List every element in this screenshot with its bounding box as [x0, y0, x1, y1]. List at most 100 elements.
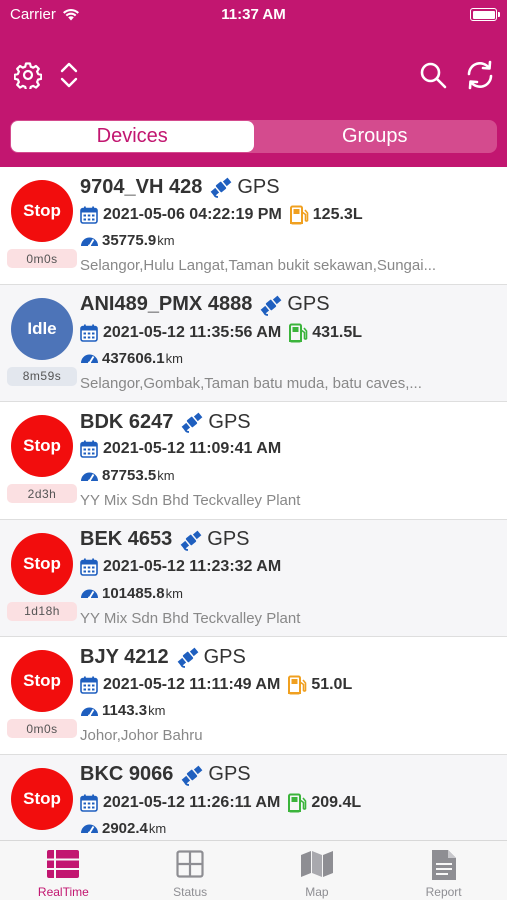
device-row[interactable]: Stop 2d3h BDK 6247 GPS 2021-05-12 11:09:41 A…: [0, 402, 507, 520]
last-update-time: 2021-05-12 11:23:32 AM: [103, 557, 282, 575]
gear-icon[interactable]: [13, 60, 43, 90]
last-update-time: 2021-05-12 11:26:11 AM: [103, 793, 281, 811]
search-icon[interactable]: [418, 60, 448, 90]
mileage-value: 101485.8: [102, 584, 165, 602]
grid-icon: [127, 850, 254, 880]
status-badge: Stop: [11, 180, 73, 242]
calendar-icon: [80, 794, 98, 812]
address-text: Selangor,Hulu Langat,Taman bukit sekawan…: [80, 257, 437, 274]
satellite-icon: [176, 645, 200, 669]
address-text: YY Mix Sdn Bhd Teckvalley Plant: [80, 492, 301, 509]
vehicle-plate: BDK 6247: [80, 410, 174, 433]
gps-label: GPS: [208, 410, 251, 433]
list-icon: [0, 850, 127, 880]
last-update-time: 2021-05-12 11:35:56 AM: [103, 323, 282, 341]
odometer-icon: [80, 585, 99, 601]
mileage-value: 35775.9: [102, 232, 157, 249]
device-row[interactable]: Stop 1d18h BEK 4653 GPS 2021-05-12 11:23:32 …: [0, 519, 507, 637]
fuel-level: 125.3L: [312, 206, 363, 223]
status-duration: 0m0s: [7, 719, 77, 738]
satellite-icon: [180, 763, 204, 787]
tab-groups[interactable]: Groups: [254, 121, 497, 152]
tab-status-label: Status: [173, 885, 208, 899]
status-badge: Stop: [11, 532, 73, 595]
clock: 11:37 AM: [221, 6, 286, 23]
fuel-level: 51.0L: [311, 676, 353, 693]
vehicle-plate: BKC 9066: [80, 763, 174, 785]
fuel-level: 209.4L: [311, 793, 362, 811]
fuel-pump-icon: [289, 205, 309, 225]
calendar-icon: [80, 558, 98, 576]
device-row[interactable]: Idle 8m59s ANI489_PMX 4888 GPS 2021-05-12 11…: [0, 284, 507, 402]
mileage-unit: km: [148, 820, 167, 836]
map-icon: [254, 850, 381, 880]
gps-label: GPS: [237, 175, 280, 198]
address-text: YY Mix Sdn Bhd Teckvalley Plant: [80, 609, 301, 627]
vehicle-plate: 9704_VH 428: [80, 175, 203, 198]
calendar-icon: [80, 440, 98, 458]
last-update-time: 2021-05-12 11:11:49 AM: [103, 676, 281, 693]
gps-label: GPS: [207, 528, 250, 550]
status-duration: 8m59s: [7, 366, 77, 386]
app-header: Carrier 11:37 AM Devices Groups: [0, 0, 507, 167]
mileage-unit: km: [148, 703, 166, 718]
address-text: Johor,Johor Bahru: [80, 727, 203, 744]
status-duration: 2d3h: [7, 484, 77, 503]
tab-status[interactable]: Status: [127, 841, 254, 900]
refresh-icon[interactable]: [465, 60, 495, 90]
satellite-icon: [180, 410, 204, 434]
vehicle-plate: ANI489_PMX 4888: [80, 293, 253, 315]
device-row[interactable]: Stop 0m0s 9704_VH 428 GPS 2021-05-06 04:22:1…: [0, 167, 507, 285]
mileage-unit: km: [157, 233, 175, 248]
device-list[interactable]: Stop 0m0s 9704_VH 428 GPS 2021-05-06 04:22:1…: [0, 167, 507, 840]
status-badge: Stop: [11, 767, 73, 830]
fuel-pump-icon: [288, 323, 308, 343]
battery-icon: [470, 8, 500, 21]
fuel-pump-icon: [287, 675, 307, 695]
mileage-unit: km: [165, 585, 183, 601]
calendar-icon: [80, 324, 98, 342]
status-duration: 1d18h: [7, 601, 77, 621]
odometer-icon: [80, 820, 99, 836]
tab-devices[interactable]: Devices: [11, 121, 254, 152]
report-icon: [380, 850, 507, 880]
status-bar: Carrier 11:37 AM: [0, 0, 507, 30]
satellite-icon: [179, 528, 203, 552]
odometer-icon: [80, 350, 99, 366]
device-row[interactable]: Stop 0m0s BJY 4212 GPS 2021-05-12 11:11:49 A…: [0, 637, 507, 755]
odometer-icon: [80, 703, 99, 719]
tab-report[interactable]: Report: [380, 841, 507, 900]
address-text: Selangor,Gombak,Taman batu muda, batu ca…: [80, 374, 422, 392]
mileage-value: 437606.1: [102, 349, 165, 367]
calendar-icon: [80, 206, 98, 224]
mileage-unit: km: [157, 468, 175, 483]
gps-label: GPS: [203, 645, 246, 668]
tab-map[interactable]: Map: [254, 841, 381, 900]
calendar-icon: [80, 676, 98, 694]
status-duration: 0m0s: [7, 249, 77, 268]
tab-realtime[interactable]: RealTime: [0, 841, 127, 900]
gps-label: GPS: [208, 763, 251, 785]
tab-report-label: Report: [425, 885, 462, 899]
last-update-time: 2021-05-06 04:22:19 PM: [103, 206, 282, 223]
mileage-value: 2902.4: [102, 819, 148, 837]
tab-map-label: Map: [305, 885, 329, 899]
mileage-value: 87753.5: [102, 467, 157, 484]
device-row[interactable]: Stop BKC 9066 GPS 2021-05-12 11:26:11 AM 209…: [0, 754, 507, 840]
segmented-control: Devices Groups: [10, 120, 497, 153]
gps-label: GPS: [287, 293, 330, 315]
vehicle-plate: BEK 4653: [80, 528, 173, 550]
last-update-time: 2021-05-12 11:09:41 AM: [103, 440, 282, 457]
fuel-pump-icon: [287, 793, 307, 813]
satellite-icon: [259, 293, 283, 317]
fuel-level: 431.5L: [312, 323, 362, 341]
bottom-tab-bar: RealTime Status Map Report: [0, 840, 507, 900]
odometer-icon: [80, 468, 99, 484]
satellite-icon: [209, 175, 233, 199]
vehicle-plate: BJY 4212: [80, 645, 169, 668]
sort-icon[interactable]: [54, 60, 84, 90]
status-badge: Stop: [11, 650, 73, 712]
status-badge: Stop: [11, 415, 73, 477]
mileage-value: 1143.3: [102, 702, 148, 719]
tab-realtime-label: RealTime: [37, 885, 89, 899]
